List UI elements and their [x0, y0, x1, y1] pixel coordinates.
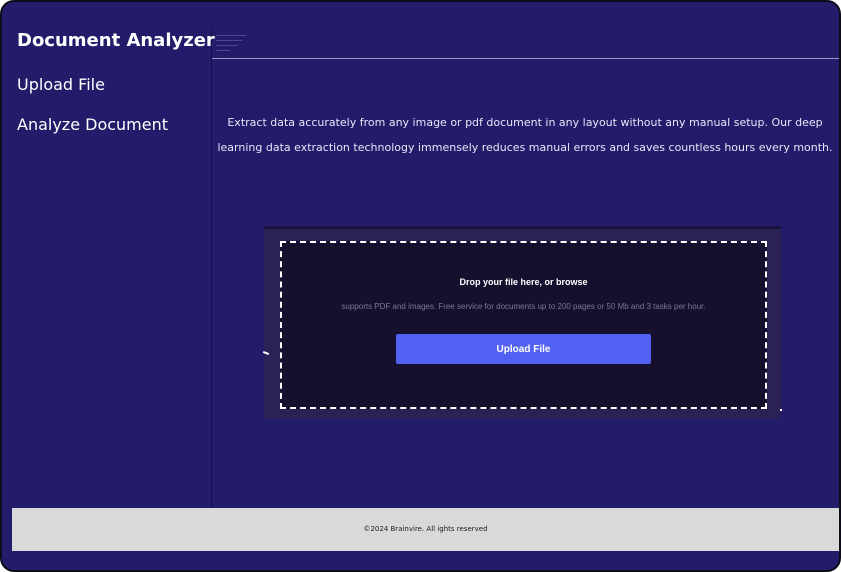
dropzone-title: Drop your file here, or browse [459, 277, 588, 287]
file-dropzone[interactable]: Drop your file here, or browse supports … [280, 241, 767, 409]
footer: ©2024 Brainvire. All ights reserved [12, 508, 839, 551]
upload-card: Drop your file here, or browse supports … [264, 226, 781, 419]
sidebar: Document Analyzer Upload File Analyze Do… [2, 26, 215, 508]
hamburger-icon[interactable] [216, 33, 246, 51]
header-divider [212, 58, 839, 59]
sidebar-item-upload-file[interactable]: Upload File [17, 75, 105, 94]
footer-copyright: ©2024 Brainvire. All ights reserved [363, 525, 488, 533]
decor-tick-right [780, 409, 782, 411]
app-title: Document Analyzer [17, 30, 215, 51]
sidebar-item-analyze-document[interactable]: Analyze Document [17, 115, 168, 134]
app-window: Document Analyzer Upload File Analyze Do… [0, 0, 841, 572]
dropzone-note: supports PDF and images. Free service fo… [341, 302, 706, 311]
page-description: Extract data accurately from any image o… [217, 116, 833, 154]
upload-file-button[interactable]: Upload File [396, 334, 651, 364]
